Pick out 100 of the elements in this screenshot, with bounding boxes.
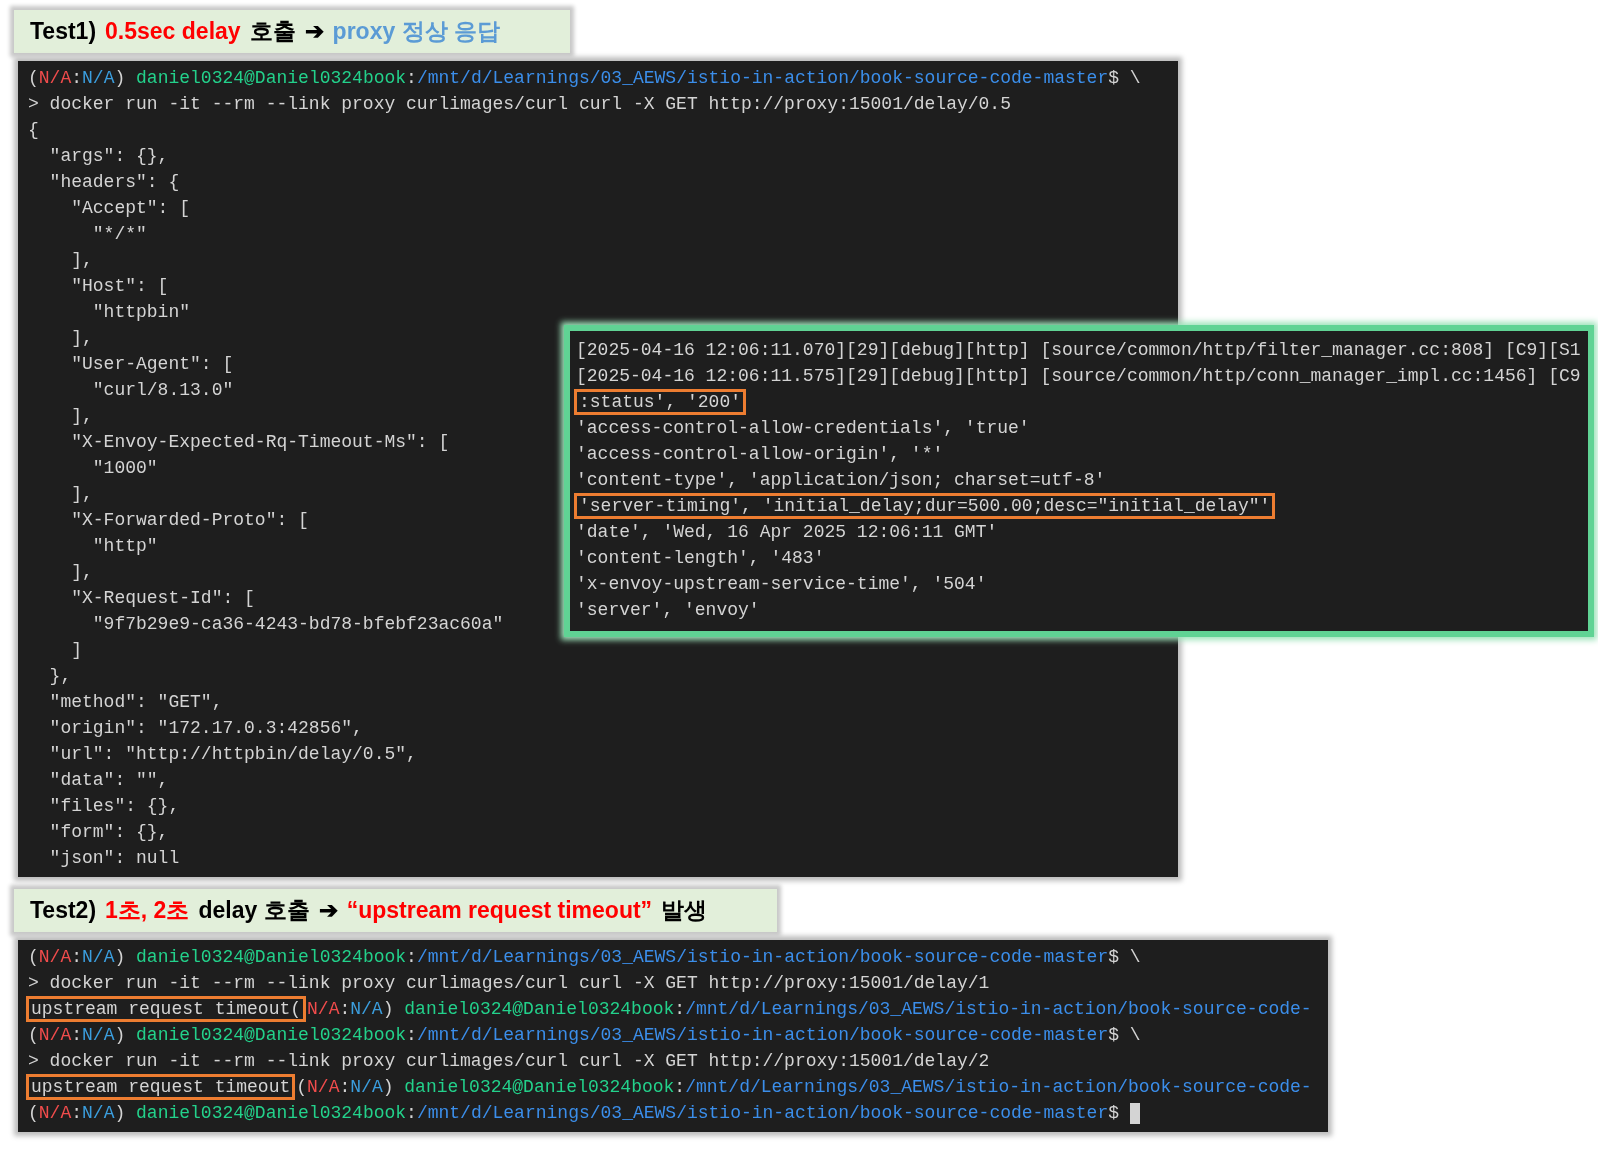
prompt-status: N/A [38, 67, 72, 90]
prompt-status: N/A [38, 946, 72, 969]
prompt-status: N/A [82, 1102, 115, 1125]
terminal-text: ( [28, 67, 39, 90]
terminal-text: "headers": { [48, 171, 180, 194]
terminal-text: }, [48, 665, 72, 688]
terminal-text: "Accept": [ [70, 197, 191, 220]
terminal-text: ( [296, 1076, 308, 1099]
terminal-text: ) [114, 946, 127, 969]
terminal-text: [2025-04-16 12:06:11.070][29][debug][http] [source/common/http/filter_manager.cc:808] [C9][S1 [576, 339, 1581, 362]
terminal-text: ], [70, 483, 93, 506]
prompt-status: N/A [82, 1024, 115, 1047]
terminal-text: 'content-type', 'application/json; charset=utf-8' [576, 469, 1106, 492]
prompt-status: N/A [307, 1076, 340, 1099]
terminal-text: : [71, 1102, 83, 1125]
caption-text: ➔ [318, 897, 338, 924]
terminal-text: 'server', 'envoy' [576, 599, 760, 622]
terminal-text: ], [70, 561, 93, 584]
user-host: daniel0324@Daniel0324book [136, 67, 407, 90]
highlighted-text: upstream request timeout( [28, 998, 305, 1020]
terminal-text: : [674, 1076, 686, 1099]
terminal-text: "X-Forwarded-Proto": [ [70, 509, 309, 532]
terminal-text: "url": "http://httpbin/delay/0.5", [48, 743, 417, 766]
terminal-text: "9f7b29e9-ca36-4243-bd78-bfebf23ac60a" [91, 613, 504, 636]
terminal-text: : [406, 67, 417, 90]
terminal-text: "httpbin" [91, 301, 191, 324]
terminal-text: ], [70, 327, 93, 350]
path-text: /mnt/d/Learnings/03_AEWS/istio-in-action/book-source-code- [685, 1076, 1312, 1099]
terminal-text: 'content-length', '483' [576, 547, 825, 570]
terminal-text: 'access-control-allow-origin', '*' [576, 443, 944, 466]
user-host: daniel0324@Daniel0324book [136, 1102, 407, 1125]
path-text: /mnt/d/Learnings/03_AEWS/istio-in-action/book-source-code-master [416, 1024, 1109, 1047]
terminal-text: > docker run -it --rm --link proxy curlimages/curl curl -X GET http://proxy:15001/delay/1 [28, 972, 990, 995]
prompt-status: N/A [82, 946, 115, 969]
terminal-text: "origin": "172.17.0.3:42856", [48, 717, 363, 740]
caption-text: ➔ [304, 18, 324, 45]
terminal-text: "method": "GET", [48, 691, 223, 714]
terminal-text: ) [114, 67, 127, 90]
terminal-text: "curl/8.13.0" [91, 379, 234, 402]
terminal-text: > docker run -it --rm --link proxy curlimages/curl curl -X GET http://proxy:15001/delay/2 [28, 1050, 990, 1073]
prompt-status: N/A [38, 1102, 72, 1125]
prompt-status: N/A [350, 1076, 383, 1099]
terminal-text: [2025-04-16 12:06:11.575][29][debug][http] [source/common/http/conn_manager_impl.cc:1456] [C9 [576, 365, 1581, 388]
caption-text: 발생 [661, 896, 708, 925]
terminal-text: : [406, 1102, 417, 1125]
path-text: /mnt/d/Learnings/03_AEWS/istio-in-action/book-source-code- [685, 998, 1312, 1021]
terminal-text: ], [70, 249, 93, 272]
caption-text: “upstream request timeout” [346, 897, 653, 924]
user-host: daniel0324@Daniel0324book [404, 998, 675, 1021]
caption-text: 1초, 2초 [105, 896, 190, 925]
terminal-text: { [28, 119, 39, 142]
terminal-text: "*/*" [91, 223, 147, 246]
terminal-text: "X-Request-Id": [ [70, 587, 255, 610]
terminal-text: ( [28, 1024, 39, 1047]
terminal-text: $ \ [1108, 67, 1141, 90]
caption-text: 0.5sec delay [105, 18, 241, 45]
terminal-text: "json": null [48, 847, 180, 870]
terminal-text: ], [70, 405, 93, 428]
path-text: /mnt/d/Learnings/03_AEWS/istio-in-action/book-source-code-master [416, 1102, 1109, 1125]
caption-text: 호출 [249, 17, 296, 46]
terminal-text: : [71, 1024, 83, 1047]
terminal-text: ) [382, 998, 395, 1021]
highlighted-text: :status', '200' [576, 391, 745, 413]
terminal-text: : [406, 1024, 417, 1047]
terminal-text: 'x-envoy-upstream-service-time', '504' [576, 573, 987, 596]
prompt-status: N/A [38, 1024, 72, 1047]
terminal-text: "X-Envoy-Expected-Rq-Timeout-Ms": [ [70, 431, 450, 454]
user-host: daniel0324@Daniel0324book [136, 946, 407, 969]
user-host: daniel0324@Daniel0324book [404, 1076, 675, 1099]
terminal-text: 'access-control-allow-credentials', 'true' [576, 417, 1030, 440]
terminal-text: ( [28, 946, 39, 969]
terminal-text: > docker run -it --rm --link proxy curlimages/curl curl -X GET http://proxy:15001/delay/0.5 [28, 93, 1011, 116]
terminal-text: ( [28, 1102, 39, 1125]
terminal-text: 'date', 'Wed, 16 Apr 2025 12:06:11 GMT' [576, 521, 998, 544]
terminal-text: "1000" [91, 457, 158, 480]
prompt-status: N/A [307, 998, 340, 1021]
path-text: /mnt/d/Learnings/03_AEWS/istio-in-action/book-source-code-master [416, 67, 1109, 90]
path-text: /mnt/d/Learnings/03_AEWS/istio-in-action/book-source-code-master [416, 946, 1109, 969]
prompt-status: N/A [350, 998, 383, 1021]
terminal-text: "Host": [ [70, 275, 169, 298]
terminal-text: $ \ [1108, 946, 1141, 969]
terminal-text: : [339, 1076, 351, 1099]
highlighted-text: 'server-timing', 'initial_delay;dur=500.00;desc="initial_delay"' [576, 495, 1274, 517]
highlighted-text: upstream request timeout [28, 1076, 294, 1098]
terminal-text: "form": {}, [48, 821, 169, 844]
terminal-text: "data": "", [48, 769, 169, 792]
user-host: daniel0324@Daniel0324book [136, 1024, 407, 1047]
terminal-text: ) [382, 1076, 395, 1099]
terminal-text: ) [114, 1024, 127, 1047]
prompt-status: N/A [82, 67, 115, 90]
terminal-text: "files": {}, [48, 795, 180, 818]
terminal-text: : [71, 946, 83, 969]
caption-text: delay 호출 [198, 896, 310, 925]
terminal-text: : [674, 998, 686, 1021]
terminal-text: "User-Agent": [ [70, 353, 234, 376]
terminal-text: "http" [91, 535, 158, 558]
caption-text: proxy 정상 응답 [332, 17, 501, 46]
terminal-text: ] [70, 639, 82, 662]
terminal-text: ) [114, 1102, 127, 1125]
terminal-text: $ [1108, 1102, 1121, 1125]
